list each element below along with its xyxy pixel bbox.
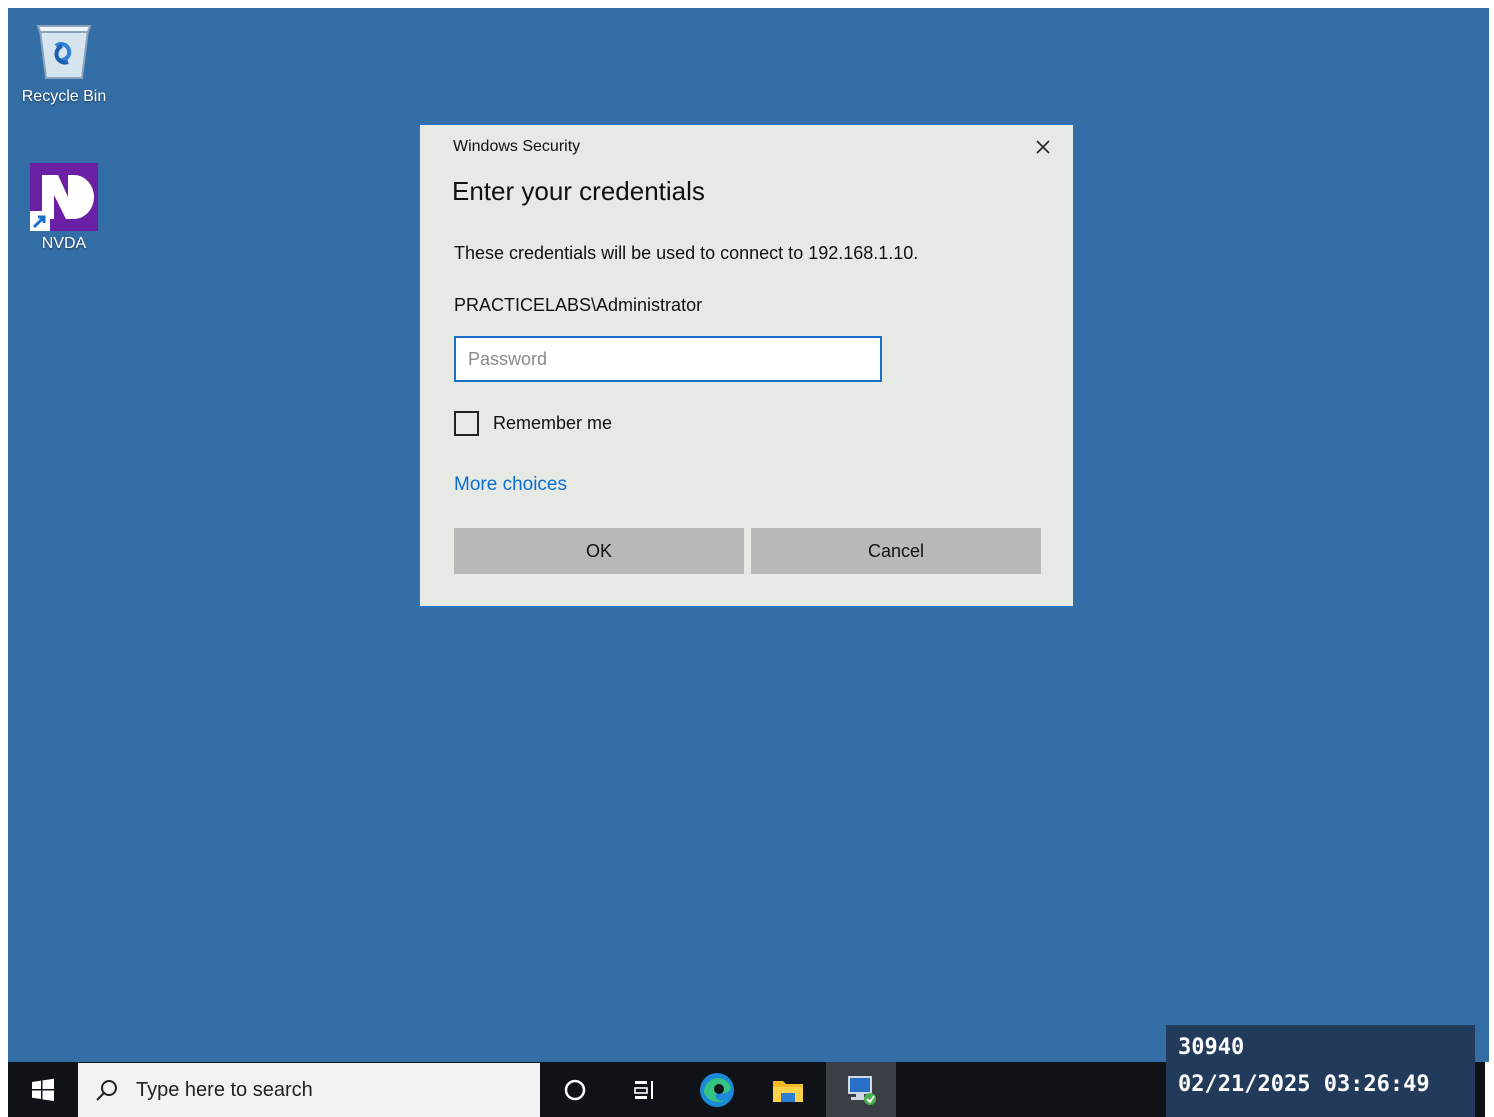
username-text: PRACTICELABS\Administrator	[454, 295, 703, 315]
remote-desktop-button[interactable]	[826, 1062, 896, 1117]
file-explorer-icon	[773, 1080, 803, 1102]
start-button[interactable]	[8, 1062, 78, 1117]
windows-start-icon	[32, 1078, 54, 1101]
recycle-bin-icon	[36, 25, 92, 79]
taskbar-search-box[interactable]: Type here to search	[78, 1063, 540, 1117]
nvda-icon	[30, 163, 98, 231]
task-view-icon	[634, 1080, 653, 1099]
task-view-button[interactable]	[610, 1062, 680, 1117]
close-button[interactable]	[1028, 135, 1058, 161]
edge-icon	[700, 1072, 734, 1107]
cortana-circle-icon	[564, 1079, 586, 1100]
search-placeholder: Type here to search	[136, 1078, 313, 1101]
dialog-heading: Enter your credentials	[452, 176, 705, 206]
cortana-button[interactable]	[540, 1062, 610, 1117]
cancel-button[interactable]: Cancel	[751, 528, 1041, 574]
desktop-icon-nvda[interactable]: NVDA	[9, 161, 119, 253]
search-icon	[96, 1080, 117, 1101]
ok-button[interactable]: OK	[454, 528, 744, 574]
remember-me-label: Remember me	[493, 412, 613, 433]
counter-value: 30940	[1178, 1035, 1245, 1060]
password-input[interactable]	[454, 336, 882, 382]
dialog-title: Windows Security	[453, 138, 581, 155]
desktop-icon-recycle-bin[interactable]: Recycle Bin	[9, 20, 119, 106]
remote-desktop-icon	[848, 1075, 876, 1105]
recycle-bin-label: Recycle Bin	[21, 88, 107, 105]
windows-security-dialog: Windows Security Enter your credentials …	[419, 124, 1074, 607]
close-icon	[1036, 140, 1050, 154]
overlay-datetime: 02/21/2025 03:26:49	[1178, 1072, 1430, 1097]
more-choices-link[interactable]: More choices	[454, 474, 567, 496]
dialog-description: These credentials will be used to connec…	[454, 243, 919, 263]
remember-me-checkbox[interactable]: Remember me	[454, 408, 612, 438]
nvda-label: NVDA	[41, 235, 87, 252]
checkbox-box[interactable]	[454, 410, 479, 436]
file-explorer-button[interactable]	[753, 1062, 823, 1117]
edge-button[interactable]	[682, 1062, 752, 1117]
